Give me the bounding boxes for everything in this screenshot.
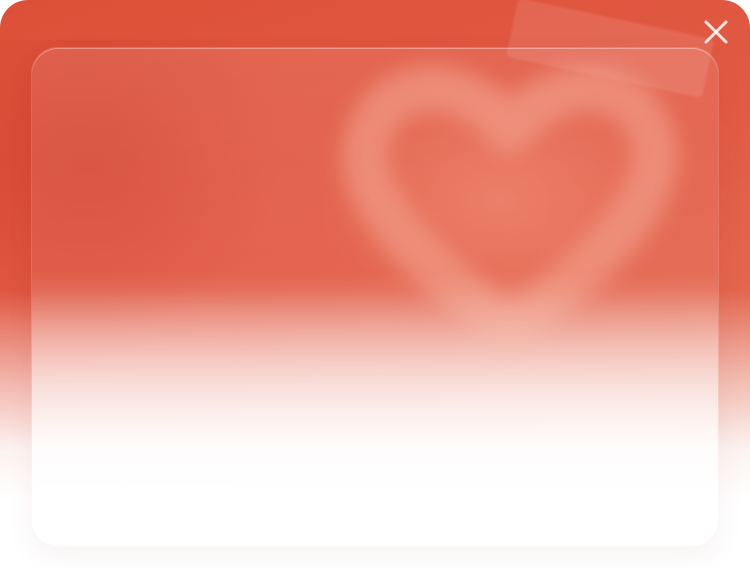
close-icon bbox=[704, 20, 728, 44]
content-card bbox=[32, 48, 718, 546]
promo-dialog bbox=[0, 0, 750, 568]
close-button[interactable] bbox=[698, 14, 734, 50]
